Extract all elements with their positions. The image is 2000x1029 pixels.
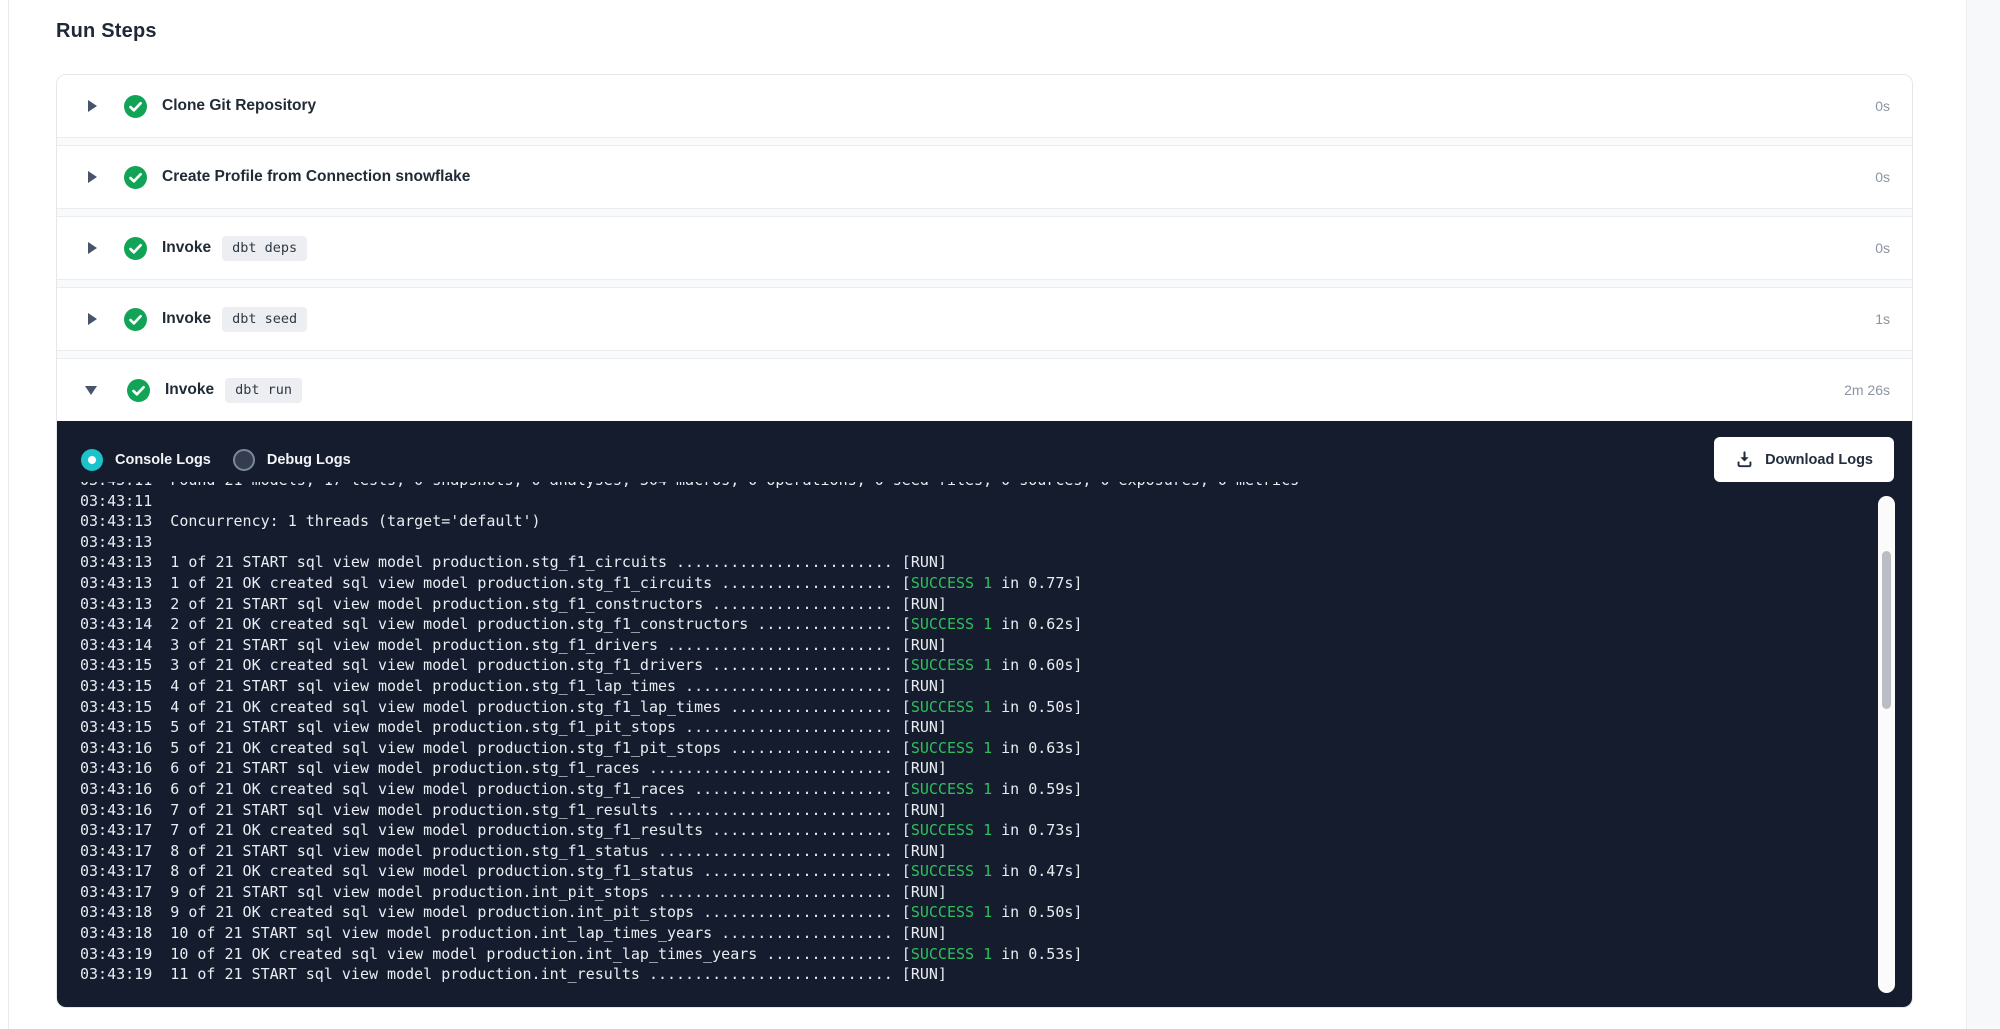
- log-lines: 03:43:11 Found 21 models, 17 tests, 0 sn…: [80, 482, 1912, 985]
- step-row-separator: [57, 279, 1912, 288]
- log-line: 03:43:13: [80, 532, 1912, 553]
- step-duration: 0s: [1875, 98, 1890, 114]
- log-line: 03:43:17 9 of 21 START sql view model pr…: [80, 882, 1912, 903]
- console-logs-radio[interactable]: Console Logs: [81, 449, 211, 471]
- log-line: 03:43:15 5 of 21 START sql view model pr…: [80, 717, 1912, 738]
- content-left-divider: [8, 0, 9, 1029]
- step-duration: 0s: [1875, 169, 1890, 185]
- caret-right-icon: [88, 242, 97, 254]
- radio-unselected-icon: [233, 449, 255, 471]
- page-right-gutter: [1966, 0, 2000, 1029]
- caret-right-icon: [88, 100, 97, 112]
- step-duration: 1s: [1875, 311, 1890, 327]
- step-label: Invoke: [165, 381, 214, 399]
- log-line: 03:43:18 10 of 21 START sql view model p…: [80, 923, 1912, 944]
- step-row-separator: [57, 137, 1912, 146]
- run-step-row[interactable]: Create Profile from Connection snowflake…: [57, 146, 1912, 208]
- step-command-chip: dbt run: [225, 378, 302, 403]
- log-line: 03:43:17 7 of 21 OK created sql view mod…: [80, 820, 1912, 841]
- download-icon: [1735, 450, 1754, 469]
- step-label: Invoke: [162, 239, 211, 257]
- log-scrollbar-track: [1878, 496, 1895, 993]
- step-row-separator: [57, 350, 1912, 359]
- caret-down-icon: [85, 386, 97, 395]
- check-circle-icon: [127, 379, 150, 402]
- log-panel-header: Console Logs Debug Logs Download Logs: [57, 421, 1912, 482]
- download-logs-label: Download Logs: [1765, 452, 1873, 468]
- step-duration: 0s: [1875, 240, 1890, 256]
- run-step-row[interactable]: Clone Git Repository 0s: [57, 75, 1912, 137]
- log-line: 03:43:16 7 of 21 START sql view model pr…: [80, 800, 1912, 821]
- caret-right-icon: [88, 313, 97, 325]
- step-label: Clone Git Repository: [162, 97, 316, 115]
- step-label: Invoke: [162, 310, 211, 328]
- log-line: 03:43:16 6 of 21 START sql view model pr…: [80, 758, 1912, 779]
- run-step-row[interactable]: Invoke dbt seed 1s: [57, 288, 1912, 350]
- step-label: Create Profile from Connection snowflake: [162, 168, 470, 186]
- download-logs-button[interactable]: Download Logs: [1714, 437, 1894, 482]
- log-scrollbar-thumb[interactable]: [1882, 551, 1891, 709]
- check-circle-icon: [124, 166, 147, 189]
- step-command-chip: dbt deps: [222, 236, 307, 261]
- log-panel: Console Logs Debug Logs Download Logs: [57, 421, 1912, 1007]
- log-line: 03:43:13 Concurrency: 1 threads (target=…: [80, 511, 1912, 532]
- log-line: 03:43:13 1 of 21 OK created sql view mod…: [80, 573, 1912, 594]
- log-line: 03:43:13 1 of 21 START sql view model pr…: [80, 552, 1912, 573]
- debug-logs-radio[interactable]: Debug Logs: [233, 449, 351, 471]
- check-circle-icon: [124, 95, 147, 118]
- log-line: 03:43:15 4 of 21 OK created sql view mod…: [80, 697, 1912, 718]
- console-logs-label: Console Logs: [115, 452, 211, 468]
- log-line: 03:43:15 3 of 21 OK created sql view mod…: [80, 655, 1912, 676]
- check-circle-icon: [124, 237, 147, 260]
- log-line: 03:43:14 3 of 21 START sql view model pr…: [80, 635, 1912, 656]
- run-steps-card: Clone Git Repository 0s Create Profile f…: [56, 74, 1913, 1008]
- log-line: 03:43:19 11 of 21 START sql view model p…: [80, 964, 1912, 985]
- log-line: 03:43:13 2 of 21 START sql view model pr…: [80, 594, 1912, 615]
- caret-right-icon: [88, 171, 97, 183]
- log-line: 03:43:17 8 of 21 START sql view model pr…: [80, 841, 1912, 862]
- log-line: 03:43:19 10 of 21 OK created sql view mo…: [80, 944, 1912, 965]
- check-circle-icon: [124, 308, 147, 331]
- log-line: 03:43:17 8 of 21 OK created sql view mod…: [80, 861, 1912, 882]
- step-command-chip: dbt seed: [222, 307, 307, 332]
- run-step-row[interactable]: Invoke dbt deps 0s: [57, 217, 1912, 279]
- debug-logs-label: Debug Logs: [267, 452, 351, 468]
- log-line: 03:43:18 9 of 21 OK created sql view mod…: [80, 902, 1912, 923]
- console-log-output[interactable]: 03:43:11 Found 21 models, 17 tests, 0 sn…: [57, 482, 1912, 1007]
- log-line: 03:43:11: [80, 491, 1912, 512]
- log-line: 03:43:14 2 of 21 OK created sql view mod…: [80, 614, 1912, 635]
- log-line: 03:43:16 5 of 21 OK created sql view mod…: [80, 738, 1912, 759]
- step-duration: 2m 26s: [1844, 382, 1890, 398]
- radio-selected-icon: [81, 449, 103, 471]
- run-steps-page: Run Steps Clone Git Repository 0s Create…: [0, 0, 2000, 1029]
- log-line: 03:43:16 6 of 21 OK created sql view mod…: [80, 779, 1912, 800]
- log-line: 03:43:15 4 of 21 START sql view model pr…: [80, 676, 1912, 697]
- log-line: 03:43:11 Found 21 models, 17 tests, 0 sn…: [80, 482, 1912, 491]
- run-steps-list: Clone Git Repository 0s Create Profile f…: [57, 75, 1912, 421]
- run-step-row[interactable]: Invoke dbt run 2m 26s: [57, 359, 1912, 421]
- step-row-separator: [57, 208, 1912, 217]
- page-title: Run Steps: [0, 0, 2000, 43]
